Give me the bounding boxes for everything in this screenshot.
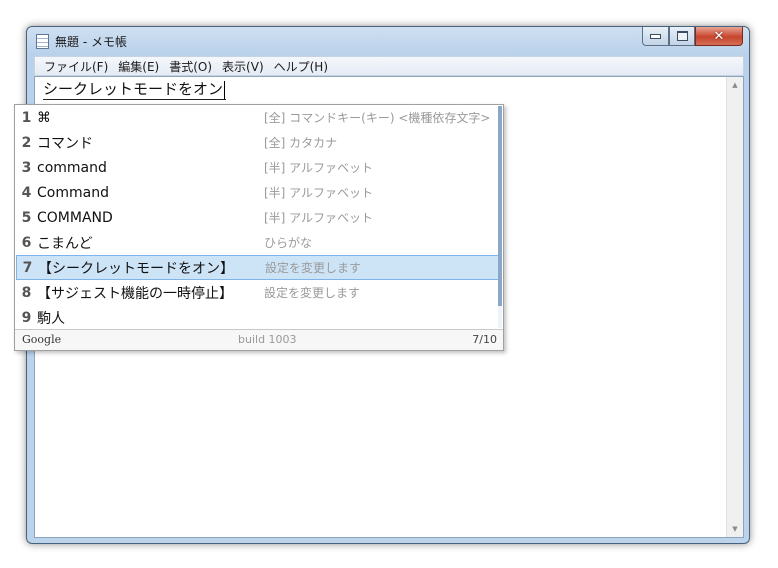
candidate-text: コマンド <box>37 135 93 152</box>
candidate-number: 8 <box>21 284 32 301</box>
candidate-row[interactable]: 5 COMMAND [半] アルファベット <box>16 205 499 230</box>
candidate-number: 4 <box>21 184 32 201</box>
build-number: build 1003 <box>238 333 297 346</box>
candidate-number: 3 <box>21 159 32 176</box>
candidate-number: 2 <box>21 134 32 151</box>
window-title: 無題 - メモ帳 <box>55 35 127 49</box>
candidate-text: 駒人 <box>37 310 65 327</box>
candidate-row[interactable]: 6 こまんど ひらがな <box>16 230 499 255</box>
vertical-scrollbar[interactable]: ▲ ▼ <box>726 77 743 537</box>
candidate-description: [全] カタカナ <box>264 136 338 150</box>
candidate-text: COMMAND <box>37 209 113 226</box>
menu-format[interactable]: 書式(O) <box>164 58 217 75</box>
candidate-page-indicator: 7/10 <box>472 333 497 346</box>
candidate-text: ⌘ <box>37 109 51 126</box>
menu-file[interactable]: ファイル(F) <box>39 58 113 75</box>
close-button[interactable]: ✕ <box>695 27 743 46</box>
candidate-row[interactable]: 2 コマンド [全] カタカナ <box>16 130 499 155</box>
notepad-icon[interactable] <box>36 34 49 49</box>
scroll-up-arrow-icon[interactable]: ▲ <box>727 77 743 93</box>
candidate-row[interactable]: 9 駒人 <box>16 305 499 330</box>
maximize-button[interactable] <box>669 27 695 46</box>
scroll-down-arrow-icon[interactable]: ▼ <box>727 521 743 537</box>
candidate-row[interactable]: 4 Command [半] アルファベット <box>16 180 499 205</box>
title-bar[interactable]: 無題 - メモ帳 ✕ <box>27 27 749 57</box>
candidate-row[interactable]: 8 【サジェスト機能の一時停止】 設定を変更します <box>16 280 499 305</box>
minimize-icon <box>650 33 661 39</box>
candidate-description: ひらがな <box>264 236 313 250</box>
candidate-text: command <box>37 159 107 176</box>
candidate-scroll-thumb[interactable] <box>498 106 502 306</box>
candidate-description: [全] コマンドキー(キー) <機種依存文字> <box>264 111 491 125</box>
menu-edit[interactable]: 編集(E) <box>113 58 164 75</box>
candidate-description: [半] アルファベット <box>264 161 374 175</box>
candidate-text: Command <box>37 184 109 201</box>
candidate-number: 1 <box>21 109 32 126</box>
candidate-number: 7 <box>22 259 33 276</box>
candidate-row-selected[interactable]: 7 【シークレットモードをオン】 設定を変更します <box>16 255 499 280</box>
candidate-text: こまんど <box>37 235 93 252</box>
candidate-text: 【シークレットモードをオン】 <box>38 260 234 277</box>
candidate-description: [半] アルファベット <box>264 186 374 200</box>
candidate-number: 5 <box>21 209 32 226</box>
ime-candidate-window: 1 ⌘ [全] コマンドキー(キー) <機種依存文字> 2 コマンド [全] カ… <box>14 104 504 351</box>
candidate-row[interactable]: 1 ⌘ [全] コマンドキー(キー) <機種依存文字> <box>16 105 499 130</box>
candidate-text: 【サジェスト機能の一時停止】 <box>37 285 233 302</box>
composition-string: シークレットモードをオン <box>43 80 224 98</box>
candidate-number: 6 <box>21 234 32 251</box>
candidate-scrollbar[interactable] <box>498 106 502 328</box>
menu-bar: ファイル(F) 編集(E) 書式(O) 表示(V) ヘルプ(H) <box>34 56 744 76</box>
candidate-description: 設定を変更します <box>264 286 361 300</box>
close-icon: ✕ <box>713 28 725 44</box>
candidate-description: 設定を変更します <box>265 261 362 275</box>
menu-view[interactable]: 表示(V) <box>217 58 269 75</box>
candidate-description: [半] アルファベット <box>264 211 374 225</box>
candidate-row[interactable]: 3 command [半] アルファベット <box>16 155 499 180</box>
text-caret <box>224 80 226 99</box>
menu-help[interactable]: ヘルプ(H) <box>269 58 333 75</box>
maximize-icon <box>676 31 688 41</box>
candidate-footer: Google build 1003 7/10 <box>15 329 503 350</box>
minimize-button[interactable] <box>642 27 669 46</box>
candidate-number: 9 <box>21 309 32 326</box>
composition-text[interactable]: シークレットモードをオン <box>43 79 227 100</box>
google-logo: Google <box>22 333 62 346</box>
